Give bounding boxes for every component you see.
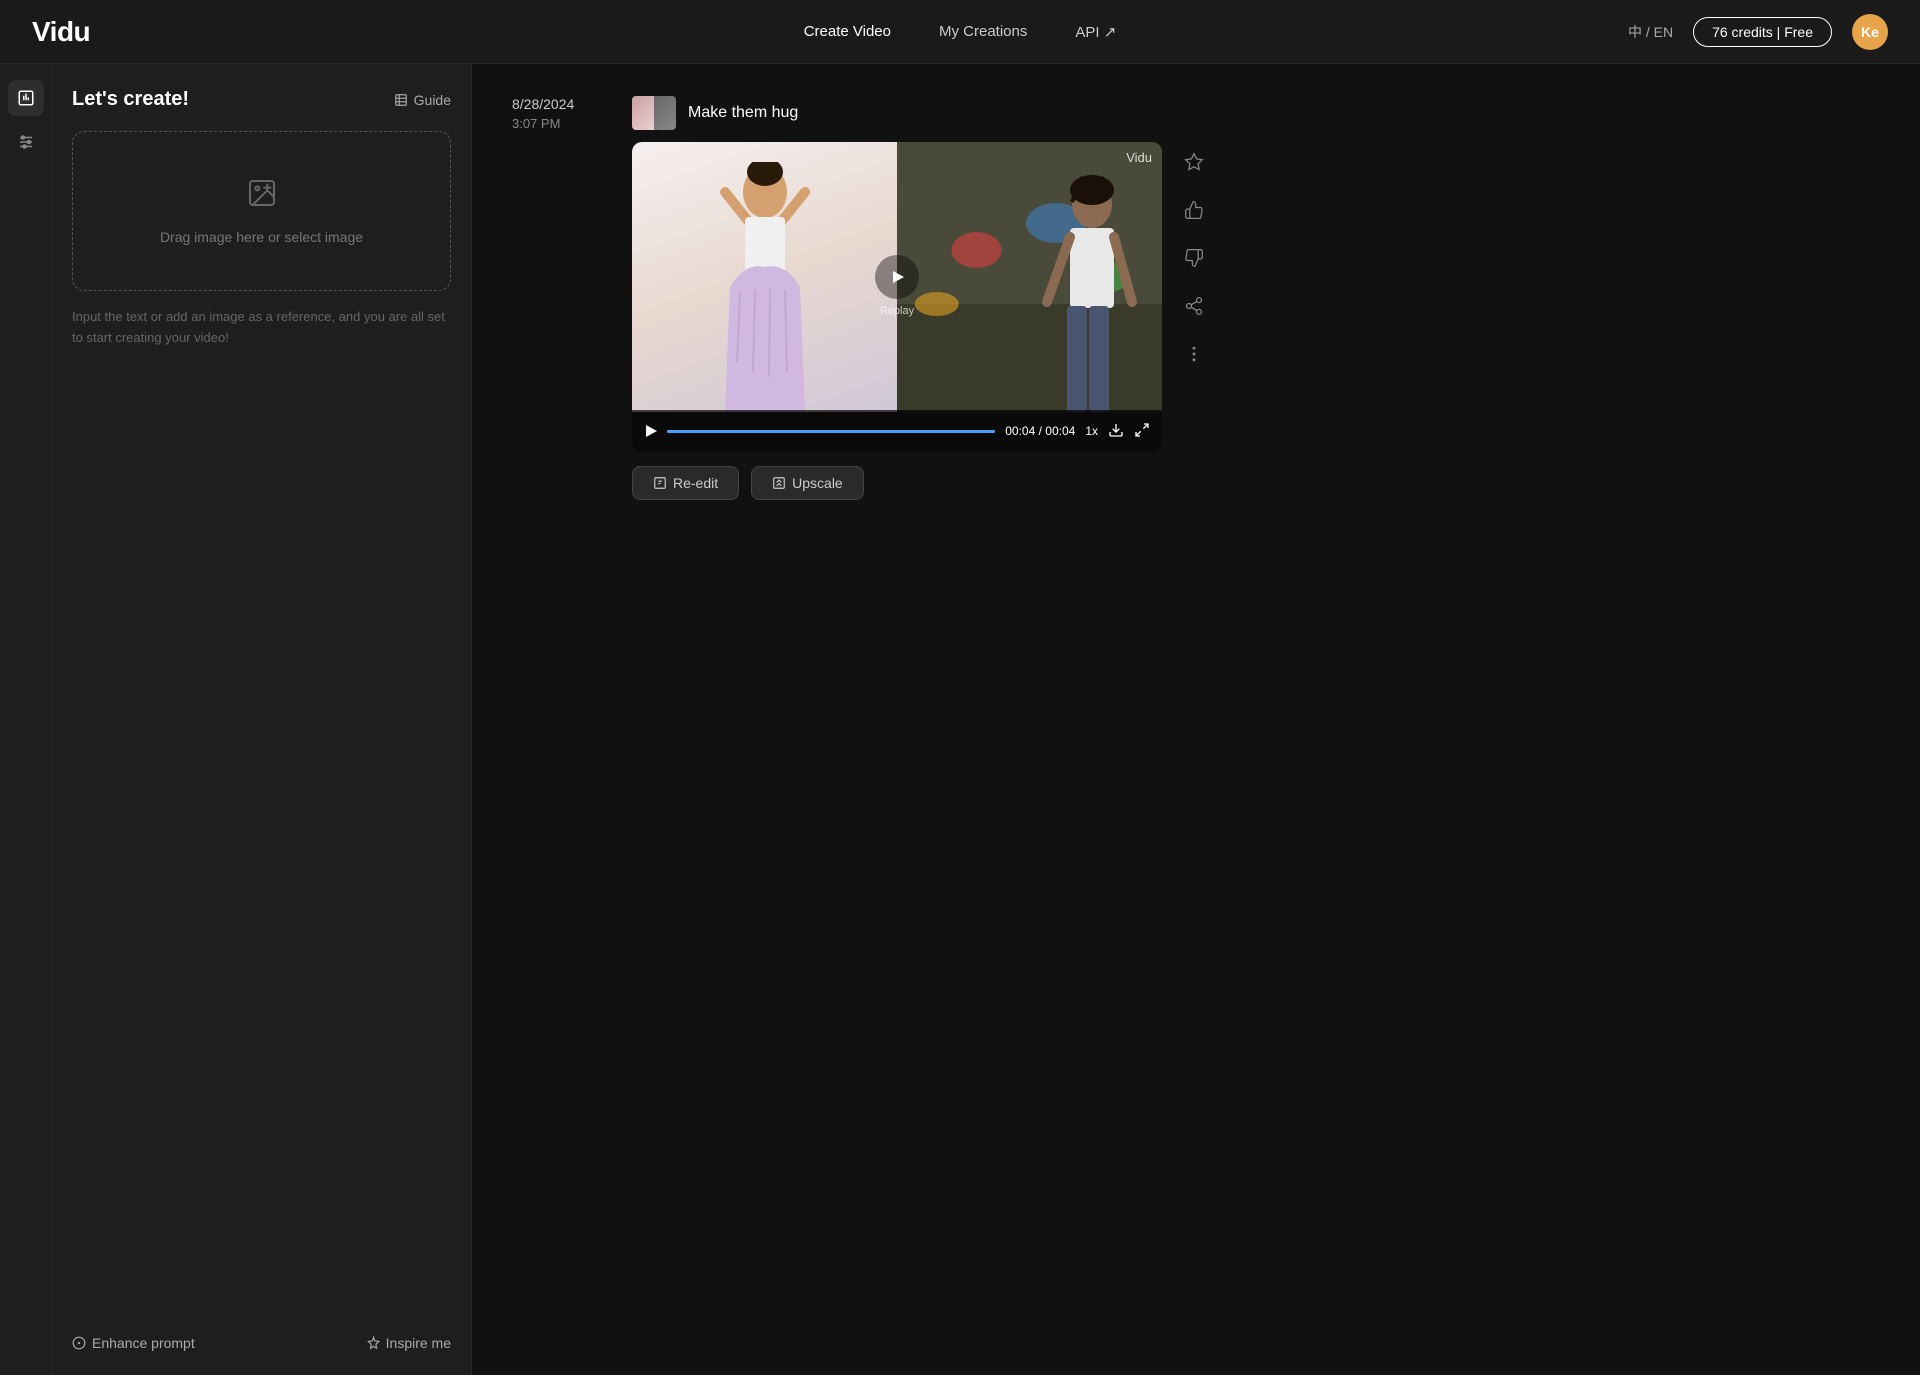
play-icon bbox=[646, 425, 657, 437]
video-time: 3:07 PM bbox=[512, 116, 612, 131]
sidebar-icons bbox=[0, 64, 52, 1375]
credits-badge[interactable]: 76 credits | Free bbox=[1693, 17, 1832, 47]
lang-switcher[interactable]: 中 / EN bbox=[1628, 22, 1673, 42]
video-meta: 8/28/2024 3:07 PM bbox=[512, 96, 612, 500]
sidebar-sliders-icon[interactable] bbox=[8, 124, 44, 160]
video-right-half bbox=[897, 142, 1162, 412]
image-upload-icon bbox=[246, 177, 278, 217]
upscale-button[interactable]: Upscale bbox=[751, 466, 864, 500]
side-actions bbox=[1178, 142, 1210, 452]
favorite-button[interactable] bbox=[1178, 146, 1210, 178]
logo: Vidu bbox=[32, 16, 90, 48]
video-player[interactable]: Vidu Replay bbox=[632, 142, 1162, 452]
upscale-label: Upscale bbox=[792, 475, 843, 491]
video-title-row: Make them hug bbox=[632, 96, 1412, 130]
video-screen: Vidu Replay bbox=[632, 142, 1162, 412]
drop-zone-text: Drag image here or select image bbox=[160, 229, 363, 245]
nav-create-video[interactable]: Create Video bbox=[804, 23, 891, 40]
video-title: Make them hug bbox=[688, 104, 798, 122]
header-right: 中 / EN 76 credits | Free Ke bbox=[1628, 14, 1888, 50]
video-row: Vidu Replay bbox=[632, 142, 1412, 452]
video-controls: 00:04 / 00:04 1x bbox=[632, 410, 1162, 452]
more-options-button[interactable] bbox=[1178, 338, 1210, 370]
re-edit-label: Re-edit bbox=[673, 475, 718, 491]
re-edit-button[interactable]: Re-edit bbox=[632, 466, 739, 500]
current-time: 00:04 bbox=[1005, 424, 1035, 438]
fullscreen-button[interactable] bbox=[1134, 422, 1150, 441]
enhance-prompt-button[interactable]: Enhance prompt bbox=[72, 1335, 195, 1351]
video-watermark: Vidu bbox=[1126, 150, 1152, 165]
nav-api[interactable]: API ↗ bbox=[1075, 23, 1116, 41]
total-time: 00:04 bbox=[1045, 424, 1075, 438]
enhance-prompt-label: Enhance prompt bbox=[92, 1335, 195, 1351]
panel-header: Let's create! Guide bbox=[72, 88, 451, 111]
guide-button[interactable]: Guide bbox=[394, 92, 451, 108]
image-drop-zone[interactable]: Drag image here or select image bbox=[72, 131, 451, 291]
main-nav: Create Video My Creations API ↗ bbox=[804, 23, 1117, 41]
guide-label: Guide bbox=[414, 92, 451, 108]
video-left-half bbox=[632, 142, 897, 412]
hint-text: Input the text or add an image as a refe… bbox=[72, 307, 451, 349]
speed-button[interactable]: 1x bbox=[1085, 424, 1098, 438]
header: Vidu Create Video My Creations API ↗ 中 /… bbox=[0, 0, 1920, 64]
play-triangle-icon bbox=[893, 271, 904, 283]
left-panel: Let's create! Guide bbox=[52, 64, 472, 1375]
thumbs-up-button[interactable] bbox=[1178, 194, 1210, 226]
panel-title: Let's create! bbox=[72, 88, 189, 111]
sidebar-upload-icon[interactable] bbox=[8, 80, 44, 116]
video-date: 8/28/2024 bbox=[512, 96, 612, 112]
inspire-me-button[interactable]: Inspire me bbox=[366, 1335, 451, 1351]
thumbs-down-button[interactable] bbox=[1178, 242, 1210, 274]
play-pause-button[interactable] bbox=[644, 425, 657, 437]
avatar[interactable]: Ke bbox=[1852, 14, 1888, 50]
video-card: 8/28/2024 3:07 PM Make them hug bbox=[512, 96, 1412, 500]
action-row: Re-edit Upscale bbox=[632, 466, 1412, 500]
video-thumbnail-small bbox=[632, 96, 676, 130]
main-layout: Let's create! Guide bbox=[0, 64, 1920, 1375]
progress-bar[interactable] bbox=[667, 430, 995, 433]
nav-my-creations[interactable]: My Creations bbox=[939, 23, 1027, 40]
inspire-me-label: Inspire me bbox=[386, 1335, 451, 1351]
progress-fill bbox=[667, 430, 995, 433]
time-display: 00:04 / 00:04 bbox=[1005, 424, 1075, 438]
play-button-overlay[interactable]: Replay bbox=[875, 255, 919, 299]
video-content: Make them hug bbox=[632, 96, 1412, 500]
panel-bottom-actions: Enhance prompt Inspire me bbox=[72, 1335, 451, 1351]
right-content: 8/28/2024 3:07 PM Make them hug bbox=[472, 64, 1920, 1375]
replay-label: Replay bbox=[880, 305, 914, 317]
download-button[interactable] bbox=[1108, 422, 1124, 441]
share-button[interactable] bbox=[1178, 290, 1210, 322]
